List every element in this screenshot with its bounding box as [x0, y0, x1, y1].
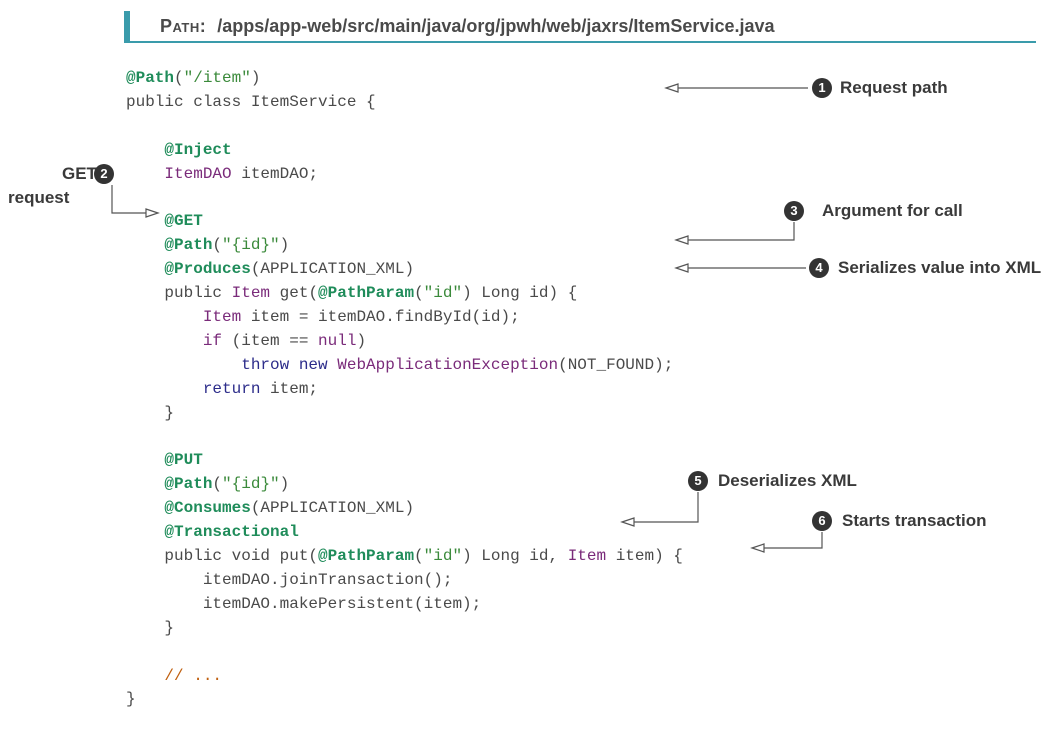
- arrowhead-get-request: [145, 208, 160, 218]
- callout-get-label: GET: [62, 164, 97, 183]
- connector-get-request: [111, 185, 148, 214]
- callout-number-1: 1: [812, 78, 832, 98]
- arrowhead-serializes: [674, 263, 689, 273]
- callout-starts-transaction: Starts transaction: [842, 511, 987, 530]
- callout-serializes: Serializes value into XML: [838, 258, 1042, 277]
- callout-argument-for-call: Argument for call: [822, 201, 963, 220]
- connector-deserializes: [632, 492, 699, 523]
- arrowhead-starts-transaction: [750, 543, 765, 553]
- connector-starts-transaction: [762, 532, 823, 549]
- callout-number-6: 6: [812, 511, 832, 531]
- callout-deserializes: Deserializes XML: [718, 471, 857, 490]
- callout-number-4: 4: [809, 258, 829, 278]
- callout-connectors: [111, 83, 823, 553]
- arrowhead-deserializes: [620, 517, 635, 527]
- connector-argument: [686, 222, 795, 241]
- callout-number-2: 2: [94, 164, 114, 184]
- callout-request-label: request: [8, 188, 70, 207]
- callout-number-3: 3: [784, 201, 804, 221]
- arrowhead-argument: [674, 235, 689, 245]
- callout-number-5: 5: [688, 471, 708, 491]
- arrowhead-request-path: [664, 83, 679, 93]
- callout-request-path: Request path: [840, 78, 948, 97]
